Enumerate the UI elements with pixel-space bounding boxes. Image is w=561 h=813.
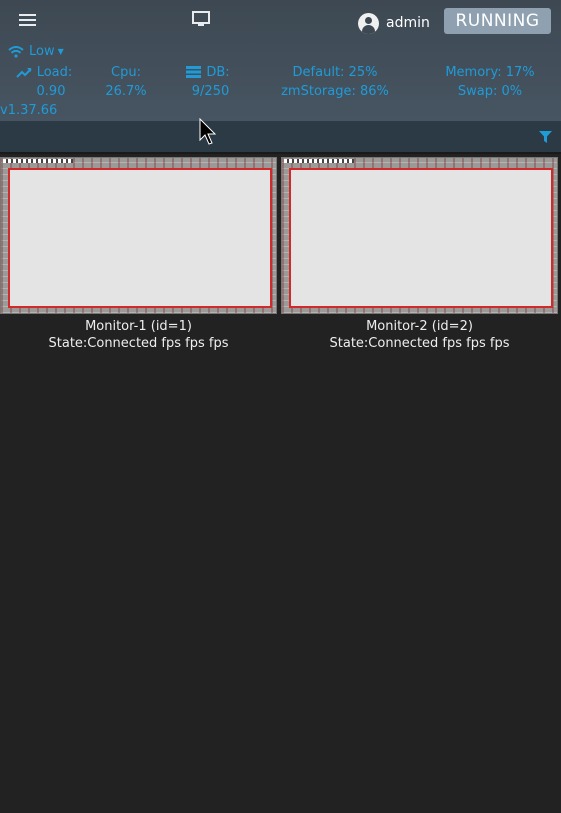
caret-down-icon: ▼ (57, 47, 64, 56)
monitor-title[interactable]: Monitor-2 (id=2) (281, 318, 558, 335)
monitor-state: State:Connected fps fps fps (48, 336, 229, 351)
monitor-tile[interactable]: Monitor-1 (id=1) State:Connected fps fps… (0, 157, 277, 352)
run-state-button[interactable]: RUNNING (444, 8, 551, 34)
bandwidth-label: Low (29, 44, 55, 59)
user-menu[interactable]: admin (358, 12, 430, 34)
stream-placeholder (289, 168, 553, 308)
monitor-icon[interactable] (192, 11, 210, 27)
db-stat: DB: 9/250 (181, 63, 235, 101)
memory-stat: Memory: 17% Swap: 0% (434, 63, 546, 101)
filter-bar (0, 121, 561, 154)
zmstorage-label: zmStorage: 86% (281, 84, 389, 99)
memory-label: Memory: 17% (445, 65, 535, 80)
load-stat: Load: 0.90 (12, 63, 76, 101)
version-label: v1.37.66 (0, 103, 58, 118)
cpu-value: 26.7% (105, 84, 147, 99)
cpu-label: Cpu: (111, 65, 141, 80)
monitor-stream[interactable] (0, 157, 277, 314)
username-label: admin (386, 15, 430, 31)
database-icon (186, 66, 202, 78)
user-icon (358, 12, 379, 34)
bandwidth-dropdown[interactable]: Low ▼ (8, 44, 64, 59)
monitor-state: State:Connected fps fps fps (329, 336, 510, 351)
storage-stat: Default: 25% zmStorage: 86% (270, 63, 400, 101)
monitor-title[interactable]: Monitor-1 (id=1) (0, 318, 277, 335)
db-value: 9/250 (191, 84, 230, 99)
top-navbar: admin RUNNING Low ▼ Load: 0.90 Cpu: 26.7… (0, 0, 561, 121)
stream-placeholder (8, 168, 272, 308)
mouse-cursor-icon (199, 118, 217, 145)
db-label: DB: (206, 65, 230, 80)
swap-label: Swap: 0% (457, 84, 523, 99)
trend-up-icon (15, 68, 32, 78)
load-label: Load: (36, 65, 73, 80)
monitor-tile[interactable]: Monitor-2 (id=2) State:Connected fps fps… (281, 157, 558, 352)
wifi-icon (8, 45, 24, 58)
load-value: 0.90 (36, 84, 66, 99)
monitor-stream[interactable] (281, 157, 558, 314)
menu-icon[interactable] (19, 14, 36, 27)
default-storage-label: Default: 25% (292, 65, 378, 80)
filter-icon[interactable] (539, 131, 552, 143)
cpu-stat: Cpu: 26.7% (96, 63, 156, 101)
